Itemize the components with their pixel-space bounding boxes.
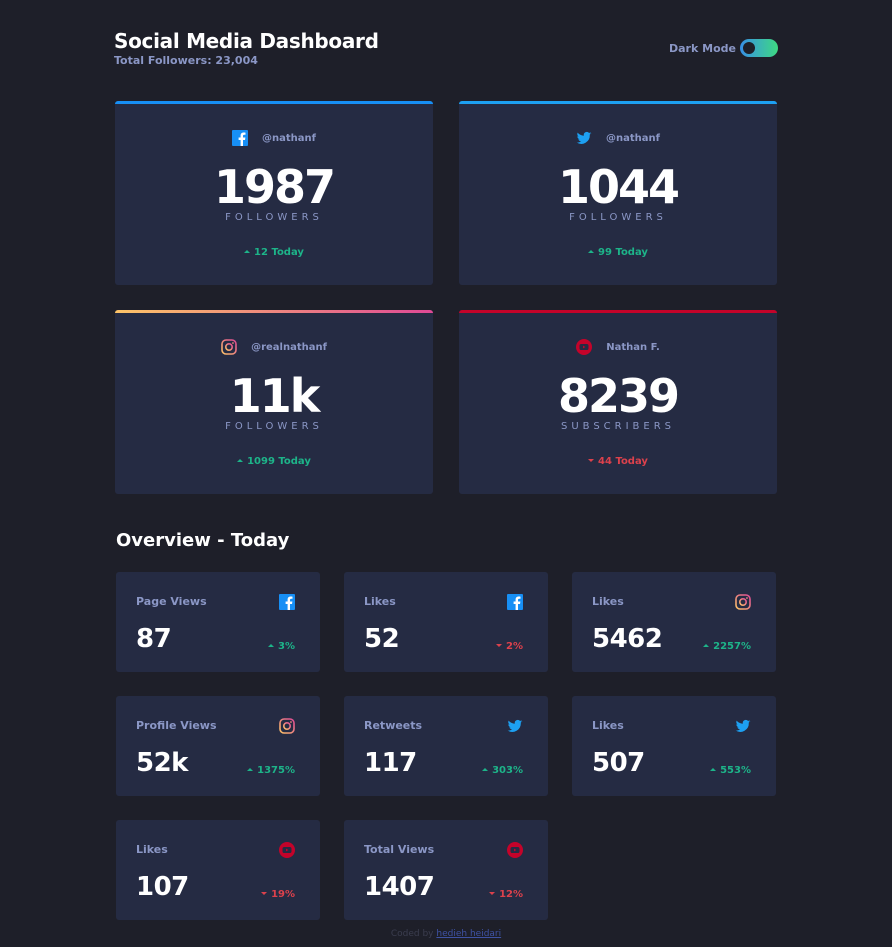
page-title: Social Media Dashboard xyxy=(114,29,379,53)
metric-label: Likes xyxy=(136,843,168,856)
metric-label: Likes xyxy=(364,595,396,608)
account-handle[interactable]: @nathanf xyxy=(262,133,316,144)
overview-card[interactable]: Likes 52 2% xyxy=(344,572,548,672)
footer-prefix: Coded by xyxy=(390,929,434,939)
dark-mode-toggle[interactable] xyxy=(740,39,778,57)
dark-mode-label: Dark Mode xyxy=(669,42,736,55)
count-unit: FOLLOWERS xyxy=(225,421,323,432)
arrow-up-icon xyxy=(703,643,710,647)
author-link[interactable]: hedieh heidari xyxy=(436,929,501,939)
metric-value: 52k xyxy=(136,748,188,778)
metric-label: Page Views xyxy=(136,595,207,608)
percent-change: 12% xyxy=(489,889,523,900)
metric-value: 87 xyxy=(136,624,172,654)
account-handle[interactable]: @realnathanf xyxy=(251,342,327,353)
metric-label: Likes xyxy=(592,719,624,732)
youtube-icon xyxy=(507,842,523,858)
subscriber-count: 8239 xyxy=(557,369,680,423)
youtube-subscribers-card[interactable]: Nathan F. 8239 SUBSCRIBERS 44 Today xyxy=(459,310,777,494)
facebook-icon xyxy=(279,594,295,610)
twitter-icon xyxy=(735,718,751,734)
percent-change: 2257% xyxy=(703,641,751,652)
twitter-icon xyxy=(576,130,592,146)
card-stripe xyxy=(115,101,433,104)
count-unit: FOLLOWERS xyxy=(569,212,667,223)
arrow-down-icon xyxy=(489,891,496,895)
today-delta: 12 Today xyxy=(115,247,433,258)
today-delta: 1099 Today xyxy=(115,456,433,467)
percent-change: 1375% xyxy=(247,765,295,776)
follower-count: 1044 xyxy=(557,160,680,214)
arrow-down-icon xyxy=(588,458,595,462)
metric-value: 507 xyxy=(592,748,645,778)
metric-value: 52 xyxy=(364,624,400,654)
percent-change: 303% xyxy=(482,765,523,776)
arrow-down-icon xyxy=(496,643,503,647)
metric-label: Total Views xyxy=(364,843,435,856)
youtube-icon xyxy=(576,339,593,355)
toggle-knob[interactable] xyxy=(743,42,755,54)
instagram-icon xyxy=(221,339,237,355)
youtube-icon xyxy=(279,842,295,858)
percent-change: 553% xyxy=(710,765,751,776)
metric-label: Retweets xyxy=(364,719,423,732)
arrow-up-icon xyxy=(482,767,489,771)
overview-card[interactable]: Likes 5462 2257% xyxy=(572,572,776,672)
facebook-icon xyxy=(507,594,523,610)
follower-count: 11k xyxy=(229,369,321,423)
today-delta: 44 Today xyxy=(459,456,777,467)
metric-label: Profile Views xyxy=(136,719,217,732)
overview-card[interactable]: Likes 507 553% xyxy=(572,696,776,796)
twitter-icon xyxy=(507,718,523,734)
card-stripe xyxy=(459,101,777,104)
arrow-up-icon xyxy=(588,249,595,253)
arrow-up-icon xyxy=(268,643,275,647)
facebook-followers-card[interactable]: @nathanf 1987 FOLLOWERS 12 Today xyxy=(115,101,433,285)
overview-card[interactable]: Likes 107 19% xyxy=(116,820,320,920)
facebook-icon xyxy=(232,130,248,146)
instagram-icon xyxy=(279,718,295,734)
instagram-followers-card[interactable]: @realnathanf 11k FOLLOWERS 1099 Today xyxy=(115,310,433,494)
arrow-up-icon xyxy=(247,767,254,771)
count-unit: FOLLOWERS xyxy=(225,212,323,223)
arrow-up-icon xyxy=(244,249,251,253)
percent-change: 3% xyxy=(268,641,295,652)
metric-value: 107 xyxy=(136,872,189,902)
overview-card[interactable]: Page Views 87 3% xyxy=(116,572,320,672)
overview-card[interactable]: Total Views 1407 12% xyxy=(344,820,548,920)
overview-title: Overview - Today xyxy=(116,530,290,551)
account-handle[interactable]: @nathanf xyxy=(606,133,660,144)
overview-card[interactable]: Profile Views 52k 1375% xyxy=(116,696,320,796)
metric-label: Likes xyxy=(592,595,624,608)
metric-value: 117 xyxy=(364,748,417,778)
twitter-followers-card[interactable]: @nathanf 1044 FOLLOWERS 99 Today xyxy=(459,101,777,285)
instagram-icon xyxy=(735,594,751,610)
count-unit: SUBSCRIBERS xyxy=(560,421,676,432)
follower-count: 1987 xyxy=(213,160,336,214)
metric-value: 1407 xyxy=(364,872,435,902)
arrow-up-icon xyxy=(710,767,717,771)
arrow-down-icon xyxy=(261,891,268,895)
footer: Coded by hedieh heidari xyxy=(0,929,892,939)
arrow-up-icon xyxy=(237,458,244,462)
percent-change: 19% xyxy=(261,889,295,900)
total-followers: Total Followers: 23,004 xyxy=(114,54,258,67)
percent-change: 2% xyxy=(496,641,523,652)
overview-card[interactable]: Retweets 117 303% xyxy=(344,696,548,796)
today-delta: 99 Today xyxy=(459,247,777,258)
account-handle[interactable]: Nathan F. xyxy=(606,342,660,353)
metric-value: 5462 xyxy=(592,624,663,654)
card-stripe xyxy=(115,310,433,313)
card-stripe xyxy=(459,310,777,313)
